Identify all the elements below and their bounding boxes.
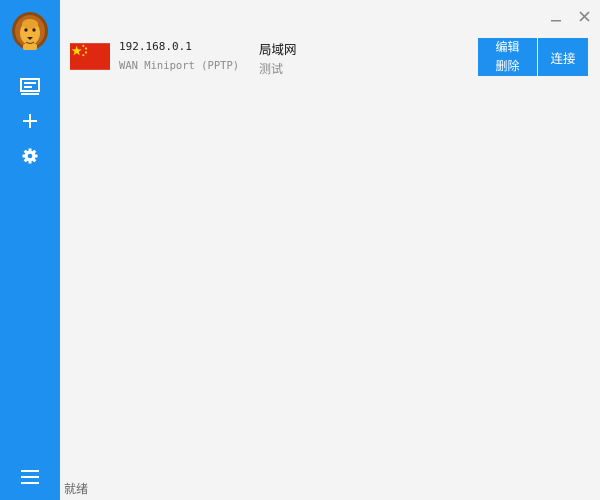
connection-ip: 192.168.0.1 [119, 40, 192, 53]
edit-delete-group: 编辑 删除 [478, 38, 537, 76]
minimize-button[interactable] [545, 6, 567, 26]
connect-button[interactable]: 连接 [538, 38, 588, 76]
edit-button[interactable]: 编辑 [495, 38, 519, 57]
delete-button[interactable]: 删除 [495, 57, 519, 76]
hamburger-menu-icon [21, 470, 39, 484]
close-button[interactable] [573, 6, 595, 26]
menu-button[interactable] [0, 462, 60, 492]
connection-name: 局域网 [259, 42, 297, 57]
plus-icon [22, 113, 38, 129]
close-icon [578, 7, 590, 26]
china-flag-icon [70, 42, 110, 71]
sidebar [0, 0, 60, 500]
connection-protocol: WAN Miniport (PPTP) [119, 60, 240, 72]
connection-row[interactable]: 192.168.0.1 WAN Miniport (PPTP) 局域网 测试 编… [60, 36, 600, 78]
connection-description: 测试 [259, 62, 284, 76]
gear-icon [22, 148, 38, 164]
status-text: 就绪 [64, 482, 89, 496]
minimize-icon [551, 7, 561, 26]
monitor-icon [20, 78, 40, 96]
sidebar-item-add[interactable] [0, 106, 60, 136]
sidebar-item-server-list[interactable] [0, 72, 60, 102]
main-panel: 192.168.0.1 WAN Miniport (PPTP) 局域网 测试 编… [60, 0, 600, 500]
sidebar-item-settings[interactable] [0, 141, 60, 171]
lion-logo-icon [10, 10, 50, 52]
